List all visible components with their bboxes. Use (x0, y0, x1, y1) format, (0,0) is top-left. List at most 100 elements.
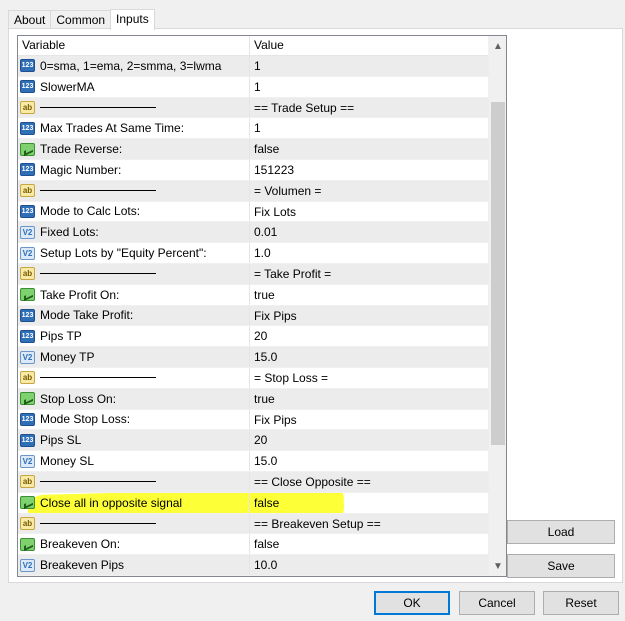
cancel-button[interactable]: Cancel (459, 591, 535, 615)
variable-name: Pips SL (40, 433, 82, 448)
variable-cell[interactable]: ab (18, 263, 250, 284)
scroll-up-icon[interactable]: ▲ (489, 38, 506, 56)
variable-cell[interactable]: 123 Magic Number: (18, 159, 250, 180)
variable-cell[interactable]: 123 0=sma, 1=ema, 2=smma, 3=lwma (18, 56, 250, 76)
input-row[interactable]: 123 Mode Take Profit: Fix Pips (18, 305, 489, 327)
input-row[interactable]: Trade Reverse: false (18, 139, 489, 160)
variable-cell[interactable]: Close all in opposite signal (18, 492, 250, 513)
variable-cell[interactable]: 123 Pips TP (18, 326, 250, 347)
vertical-scrollbar[interactable]: ▲ ▼ (488, 36, 506, 576)
input-row[interactable]: 123 Pips TP 20 (18, 326, 489, 348)
scroll-thumb[interactable] (491, 102, 505, 445)
value-cell[interactable]: 1 (250, 118, 489, 138)
input-row[interactable]: V2 Setup Lots by "Equity Percent": 1.0 (18, 243, 489, 264)
integer-type-icon: 123 (20, 163, 35, 177)
variable-cell[interactable]: V2 Fixed Lots: (18, 222, 250, 243)
variable-cell[interactable]: 123 Mode Stop Loss: (18, 409, 250, 430)
variable-cell[interactable]: V2 Breakeven Pips (18, 555, 250, 575)
save-button[interactable]: Save (507, 554, 615, 578)
input-row[interactable]: 123 0=sma, 1=ema, 2=smma, 3=lwma 1 (18, 56, 489, 77)
value-cell[interactable]: 15.0 (250, 347, 489, 367)
value-cell[interactable]: Fix Pips (250, 306, 489, 326)
variable-cell[interactable]: Take Profit On: (18, 284, 250, 305)
value-cell[interactable]: == Trade Setup == (250, 98, 489, 118)
double-type-icon: V2 (20, 246, 35, 260)
value-cell[interactable]: 0.01 (250, 222, 489, 242)
input-row[interactable]: 123 SlowerMA 1 (18, 76, 489, 98)
load-button[interactable]: Load (507, 520, 615, 544)
value-cell[interactable]: = Stop Loss = (250, 368, 489, 388)
value-cell[interactable]: true (250, 389, 489, 409)
separator-row[interactable]: ab == Trade Setup == (18, 97, 489, 119)
scroll-down-icon[interactable]: ▼ (489, 558, 506, 576)
value-cell[interactable]: 1.0 (250, 243, 489, 263)
value-cell[interactable]: 20 (250, 326, 489, 346)
value-cell[interactable]: 10.0 (250, 555, 489, 575)
variable-name: Magic Number: (40, 162, 122, 177)
value-cell[interactable]: 15.0 (250, 451, 489, 471)
value-cell[interactable]: == Breakeven Setup == (250, 514, 489, 534)
integer-type-icon: 123 (20, 204, 35, 218)
variable-cell[interactable]: ab (18, 97, 250, 118)
variable-cell[interactable]: 123 Mode to Calc Lots: (18, 201, 250, 222)
input-row[interactable]: 123 Max Trades At Same Time: 1 (18, 118, 489, 140)
input-row[interactable]: Take Profit On: true (18, 284, 489, 306)
ok-button[interactable]: OK (374, 591, 450, 615)
variable-cell[interactable]: ab (18, 471, 250, 492)
tab-inputs[interactable]: Inputs (110, 9, 155, 30)
variable-cell[interactable]: V2 Money SL (18, 451, 250, 471)
integer-type-icon: 123 (20, 59, 35, 73)
value-cell[interactable]: 1 (250, 77, 489, 97)
variable-cell[interactable]: 123 Max Trades At Same Time: (18, 118, 250, 139)
input-row[interactable]: V2 Money SL 15.0 (18, 451, 489, 472)
separator-row[interactable]: ab == Close Opposite == (18, 471, 489, 493)
value-cell[interactable]: false (250, 139, 489, 159)
input-row[interactable]: 123 Magic Number: 151223 (18, 159, 489, 181)
input-row[interactable]: Breakeven On: false (18, 534, 489, 556)
value-cell[interactable]: true (250, 285, 489, 305)
value-cell[interactable]: Fix Lots (250, 202, 489, 222)
value-cell[interactable]: = Volumen = (250, 181, 489, 201)
input-row[interactable]: Stop Loss On: true (18, 388, 489, 410)
variable-cell[interactable]: V2 Setup Lots by "Equity Percent": (18, 243, 250, 263)
input-row[interactable]: Close all in opposite signal false (18, 492, 489, 514)
value-cell[interactable]: = Take Profit = (250, 264, 489, 284)
separator-row[interactable]: ab = Volumen = (18, 180, 489, 202)
reset-button[interactable]: Reset (543, 591, 619, 615)
boolean-type-icon (20, 142, 35, 156)
variable-cell[interactable]: Breakeven On: (18, 534, 250, 555)
separator-row[interactable]: ab == Breakeven Setup == (18, 513, 489, 535)
value-cell[interactable]: false (250, 493, 489, 513)
separator-line (40, 190, 156, 192)
separator-row[interactable]: ab = Take Profit = (18, 263, 489, 285)
value-cell[interactable]: Fix Pips (250, 410, 489, 430)
input-row[interactable]: 123 Mode Stop Loss: Fix Pips (18, 409, 489, 431)
value-cell[interactable]: 20 (250, 430, 489, 450)
string-type-icon: ab (20, 371, 35, 385)
variable-cell[interactable]: Stop Loss On: (18, 388, 250, 409)
separator-row[interactable]: ab = Stop Loss = (18, 367, 489, 389)
variable-cell[interactable]: 123 Mode Take Profit: (18, 305, 250, 326)
input-row[interactable]: 123 Pips SL 20 (18, 430, 489, 452)
input-row[interactable]: V2 Fixed Lots: 0.01 (18, 222, 489, 244)
column-header-value[interactable]: Value (250, 36, 488, 55)
input-row[interactable]: V2 Money TP 15.0 (18, 347, 489, 368)
string-type-icon: ab (20, 516, 35, 530)
value-cell[interactable]: 151223 (250, 160, 489, 180)
input-row[interactable]: 123 Mode to Calc Lots: Fix Lots (18, 201, 489, 223)
variable-cell[interactable]: 123 SlowerMA (18, 76, 250, 97)
tab-common[interactable]: Common (50, 10, 112, 29)
value-cell[interactable]: false (250, 534, 489, 554)
variable-cell[interactable]: Trade Reverse: (18, 139, 250, 159)
value-cell[interactable]: == Close Opposite == (250, 472, 489, 492)
tab-about[interactable]: About (8, 10, 52, 29)
variable-cell[interactable]: 123 Pips SL (18, 430, 250, 451)
variable-cell[interactable]: ab (18, 180, 250, 201)
variable-cell[interactable]: ab (18, 513, 250, 534)
input-row[interactable]: V2 Breakeven Pips 10.0 (18, 555, 489, 576)
value-cell[interactable]: 1 (250, 56, 489, 76)
variable-cell[interactable]: ab (18, 367, 250, 388)
column-header-variable[interactable]: Variable (18, 36, 250, 55)
boolean-type-icon (20, 392, 35, 406)
variable-cell[interactable]: V2 Money TP (18, 347, 250, 367)
